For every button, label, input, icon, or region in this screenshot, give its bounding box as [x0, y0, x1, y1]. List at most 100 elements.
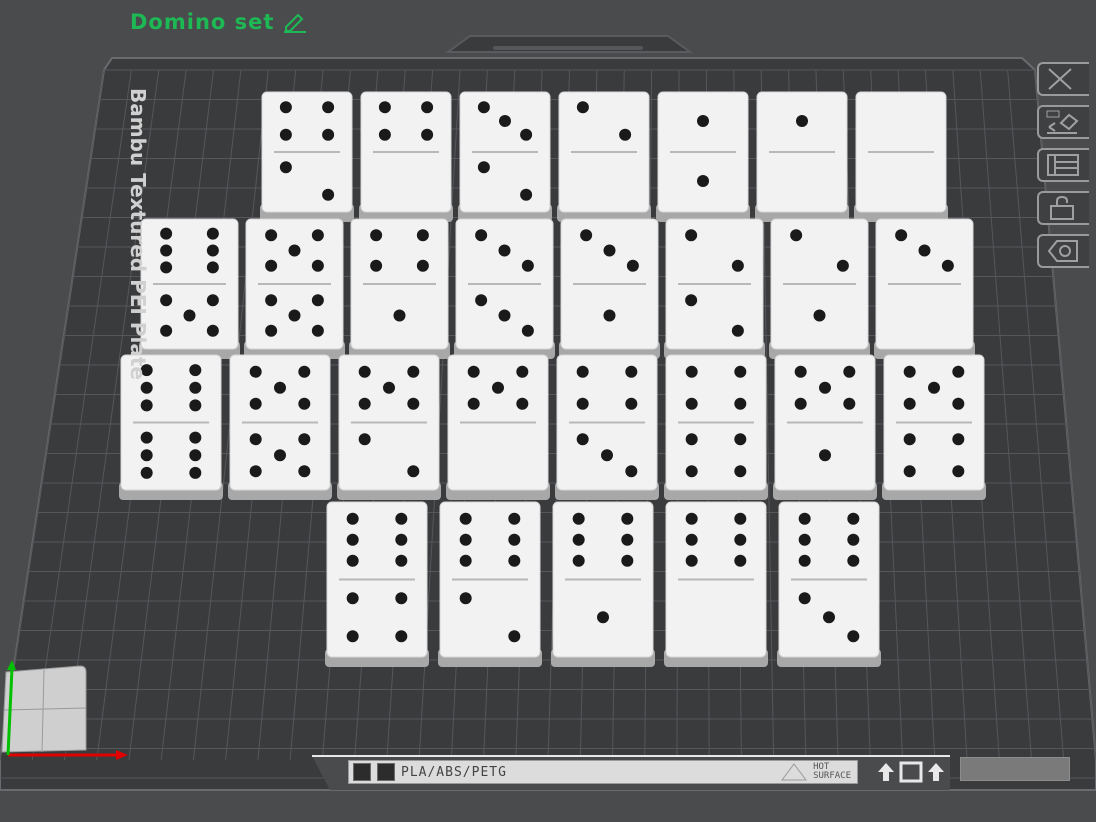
domino-pip	[794, 365, 807, 378]
domino-pip	[734, 512, 747, 525]
domino-pip	[625, 365, 638, 378]
domino-pip	[843, 365, 856, 378]
domino-pip	[140, 466, 153, 479]
domino-tile[interactable]	[325, 501, 429, 667]
domino-pip	[140, 399, 153, 412]
domino-pip	[279, 128, 292, 141]
domino-pip	[298, 465, 311, 478]
domino-pip	[395, 533, 408, 546]
domino-pip	[249, 365, 262, 378]
domino-tile[interactable]	[228, 354, 332, 500]
domino-tile[interactable]	[139, 218, 240, 359]
domino-pip	[843, 397, 856, 410]
warning-icon	[781, 763, 808, 781]
plate-info-bar: PLA/ABS/PETG HOT SURFACE	[348, 760, 858, 784]
domino-pip	[685, 533, 698, 546]
domino-tile[interactable]	[874, 218, 975, 359]
domino-pip	[508, 533, 521, 546]
domino-pip	[621, 533, 634, 546]
project-title[interactable]: Domino set	[130, 8, 308, 36]
domino-pip	[798, 554, 811, 567]
domino-tile[interactable]	[664, 354, 768, 500]
domino-pip	[311, 229, 324, 242]
domino-pip	[206, 324, 219, 337]
domino-pip	[346, 512, 359, 525]
domino-tile[interactable]	[854, 91, 948, 222]
domino-tile[interactable]	[454, 218, 555, 359]
auto-orient-button[interactable]	[1037, 105, 1089, 139]
up-arrow-icon	[878, 763, 894, 781]
lock-button[interactable]	[1037, 191, 1089, 225]
domino-tile[interactable]	[244, 218, 345, 359]
domino-tile[interactable]	[551, 501, 655, 667]
domino-tile[interactable]	[656, 91, 750, 222]
domino-pip	[625, 465, 638, 478]
domino-pip	[516, 365, 529, 378]
domino-tile[interactable]	[773, 354, 877, 500]
domino-pip	[383, 381, 395, 394]
domino-tile[interactable]	[755, 91, 849, 222]
domino-pip	[790, 229, 803, 242]
domino-pip	[734, 365, 747, 378]
domino-pip	[847, 630, 860, 643]
domino-tile[interactable]	[664, 218, 765, 359]
plate-texture-icon	[377, 763, 395, 781]
domino-tile[interactable]	[557, 91, 651, 222]
arrange-icon	[1047, 154, 1079, 176]
domino-tile[interactable]	[260, 91, 354, 222]
project-name[interactable]: Domino set	[130, 10, 274, 34]
domino-tile[interactable]	[559, 218, 660, 359]
domino-pip	[731, 324, 744, 337]
domino-pip	[322, 128, 335, 141]
plate-slot-marker	[960, 757, 1070, 781]
domino-pip	[475, 294, 488, 307]
domino-pip	[798, 533, 811, 546]
domino-tile[interactable]	[882, 354, 986, 500]
domino-tile[interactable]	[349, 218, 450, 359]
domino-pip	[279, 161, 292, 174]
domino-pip	[416, 259, 429, 272]
domino-pip	[603, 309, 616, 322]
domino-pip	[274, 381, 286, 394]
domino-tile[interactable]	[777, 501, 881, 667]
domino-pip	[322, 101, 335, 114]
domino-pip	[499, 115, 511, 127]
arrange-button[interactable]	[1037, 148, 1089, 182]
domino-tile[interactable]	[555, 354, 659, 500]
domino-pip	[370, 229, 383, 242]
domino-pip	[346, 554, 359, 567]
side-toolbar	[1037, 62, 1096, 268]
domino-pip	[407, 397, 420, 410]
edit-pencil-icon[interactable]	[282, 11, 308, 33]
warning-line2: SURFACE	[813, 771, 851, 781]
domino-pip	[265, 324, 278, 337]
domino-pip	[520, 128, 533, 141]
domino-tile[interactable]	[359, 91, 453, 222]
domino-pip	[459, 533, 472, 546]
domino-pip	[189, 364, 202, 377]
plate-marker-icons	[876, 760, 946, 784]
domino-tile[interactable]	[769, 218, 870, 359]
domino-pip	[298, 365, 311, 378]
domino-pip	[520, 188, 533, 201]
plate-type-icon	[353, 763, 371, 781]
domino-pip	[206, 227, 219, 240]
domino-pip	[378, 128, 391, 141]
build-plate-scene[interactable]	[0, 0, 1096, 822]
domino-pip	[206, 294, 219, 307]
domino-tile[interactable]	[337, 354, 441, 500]
square-outline-icon	[899, 761, 923, 783]
close-button[interactable]	[1037, 62, 1089, 96]
plate-settings-button[interactable]	[1037, 234, 1089, 268]
domino-pip	[140, 449, 153, 462]
domino-pip	[952, 465, 965, 478]
domino-tile[interactable]	[446, 354, 550, 500]
domino-tile[interactable]	[664, 501, 768, 667]
domino-tile[interactable]	[458, 91, 552, 222]
domino-pip	[311, 259, 324, 272]
domino-pip	[685, 365, 698, 378]
plate-tab-slot	[493, 46, 643, 50]
domino-pip	[952, 433, 965, 446]
domino-pip	[798, 592, 811, 605]
domino-tile[interactable]	[438, 501, 542, 667]
